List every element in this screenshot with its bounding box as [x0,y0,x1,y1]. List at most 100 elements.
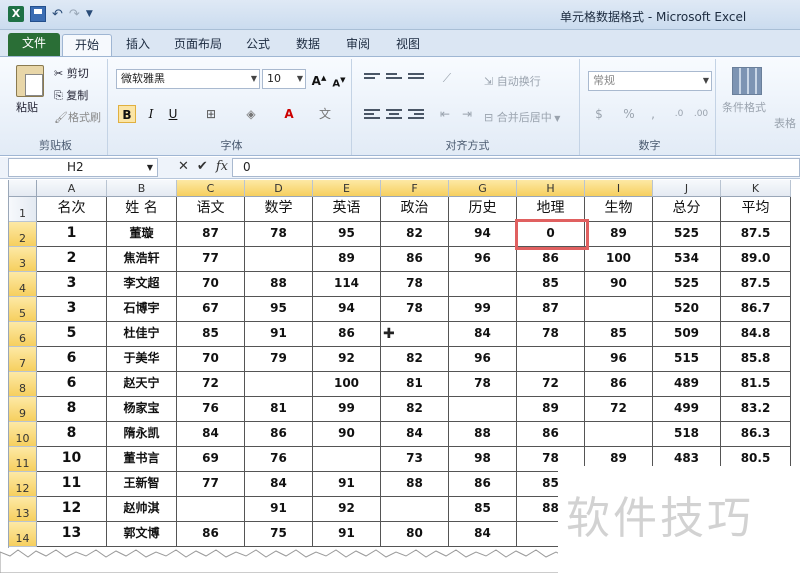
table-cell[interactable]: 86 [517,422,585,447]
font-color-icon[interactable]: A [280,105,298,123]
table-cell[interactable]: 78 [381,297,449,322]
table-cell[interactable]: 86 [313,322,381,347]
cancel-icon[interactable]: ✕ [178,159,189,174]
table-cell[interactable]: 董璇 [107,222,177,247]
table-cell[interactable]: 隋永凯 [107,422,177,447]
decrease-indent-icon[interactable]: ⇤ [436,105,454,123]
header-cell[interactable]: 数学 [245,197,313,222]
table-cell[interactable]: 72 [585,397,653,422]
table-cell[interactable] [585,422,653,447]
excel-app-icon[interactable]: X [8,6,24,22]
table-cell[interactable]: 赵天宁 [107,372,177,397]
table-cell[interactable]: 91 [245,322,313,347]
row-header-13[interactable]: 13 [9,497,37,522]
merge-center-button[interactable]: ⊟ 合并后居中 ▼ [484,109,560,125]
header-cell[interactable]: 生物 [585,197,653,222]
column-header-b[interactable]: B [107,180,177,197]
table-cell[interactable] [177,497,245,522]
table-cell[interactable]: 91 [313,522,381,547]
table-cell[interactable]: 515 [653,347,721,372]
table-cell[interactable]: 11 [37,472,107,497]
table-cell[interactable]: 3 [37,272,107,297]
row-header-14[interactable]: 14 [9,522,37,547]
header-cell[interactable]: 英语 [313,197,381,222]
table-cell[interactable]: 69 [177,447,245,472]
row-header-10[interactable]: 10 [9,422,37,447]
table-cell[interactable]: 114 [313,272,381,297]
table-cell[interactable]: 92 [313,497,381,522]
table-cell[interactable]: 3 [37,297,107,322]
table-cell[interactable]: 89 [585,222,653,247]
underline-button[interactable]: U [164,105,182,123]
tab-file[interactable]: 文件 [8,33,60,56]
table-cell[interactable]: 89.0 [721,247,791,272]
table-cell[interactable]: 90 [585,272,653,297]
table-cell[interactable]: 81 [245,397,313,422]
table-cell[interactable]: 95 [313,222,381,247]
table-cell[interactable]: 80 [381,522,449,547]
table-cell[interactable]: 1 [37,222,107,247]
table-cell[interactable] [517,347,585,372]
table-cell[interactable]: 70 [177,272,245,297]
header-cell[interactable]: 姓 名 [107,197,177,222]
header-cell[interactable]: 名次 [37,197,107,222]
table-cell[interactable]: 90 [313,422,381,447]
row-header-4[interactable]: 4 [9,272,37,297]
table-cell[interactable]: 84.8 [721,322,791,347]
table-cell[interactable]: 85 [517,272,585,297]
table-cell[interactable]: 525 [653,222,721,247]
table-cell[interactable]: 84 [381,422,449,447]
column-header-j[interactable]: J [653,180,721,197]
table-cell[interactable]: 78 [449,372,517,397]
select-all-corner[interactable] [9,180,37,197]
table-cell[interactable]: 489 [653,372,721,397]
table-cell[interactable]: 杜佳宁 [107,322,177,347]
row-header-3[interactable]: 3 [9,247,37,272]
table-cell[interactable]: 86 [245,422,313,447]
table-cell[interactable] [449,272,517,297]
conditional-format-icon[interactable] [732,67,762,95]
table-cell[interactable]: 534 [653,247,721,272]
tab-view[interactable]: 视图 [390,34,426,56]
borders-icon[interactable]: ⊞ [202,105,220,123]
column-header-g[interactable]: G [449,180,517,197]
table-cell[interactable]: 郭文博 [107,522,177,547]
header-cell[interactable]: 总分 [653,197,721,222]
table-cell[interactable]: 赵帅淇 [107,497,177,522]
tab-formulas[interactable]: 公式 [240,34,276,56]
header-cell[interactable]: 语文 [177,197,245,222]
column-header-f[interactable]: F [381,180,449,197]
align-right-icon[interactable] [408,107,424,121]
enter-icon[interactable]: ✔ [197,159,208,174]
table-cell[interactable]: 70 [177,347,245,372]
table-cell[interactable]: 95 [245,297,313,322]
align-bottom-icon[interactable] [408,71,424,85]
grow-font-button[interactable]: A▲ [310,69,328,88]
comma-icon[interactable]: , [644,105,662,123]
table-cell[interactable]: 6 [37,372,107,397]
name-box[interactable]: H2 ▼ [8,158,158,177]
column-header-e[interactable]: E [313,180,381,197]
table-cell[interactable]: 12 [37,497,107,522]
table-cell[interactable]: 8 [37,397,107,422]
table-cell[interactable]: 94 [313,297,381,322]
table-cell[interactable]: 98 [449,447,517,472]
table-cell[interactable]: 石博宇 [107,297,177,322]
tab-home[interactable]: 开始 [62,34,112,56]
column-header-a[interactable]: A [37,180,107,197]
table-cell[interactable]: 79 [245,347,313,372]
save-icon[interactable] [30,6,46,22]
align-middle-icon[interactable] [386,71,402,85]
table-cell[interactable]: 67 [177,297,245,322]
table-cell[interactable]: 78 [245,222,313,247]
table-cell[interactable]: 76 [177,397,245,422]
table-cell[interactable]: 86 [517,247,585,272]
table-cell[interactable]: 董书言 [107,447,177,472]
table-cell[interactable]: 86 [177,522,245,547]
format-painter-button[interactable]: 🖌格式刷 [54,109,101,125]
table-cell[interactable]: 焦浩轩 [107,247,177,272]
shrink-font-button[interactable]: A▼ [330,71,348,89]
table-cell[interactable]: 13 [37,522,107,547]
table-cell[interactable]: 99 [449,297,517,322]
table-cell[interactable]: 85 [449,497,517,522]
